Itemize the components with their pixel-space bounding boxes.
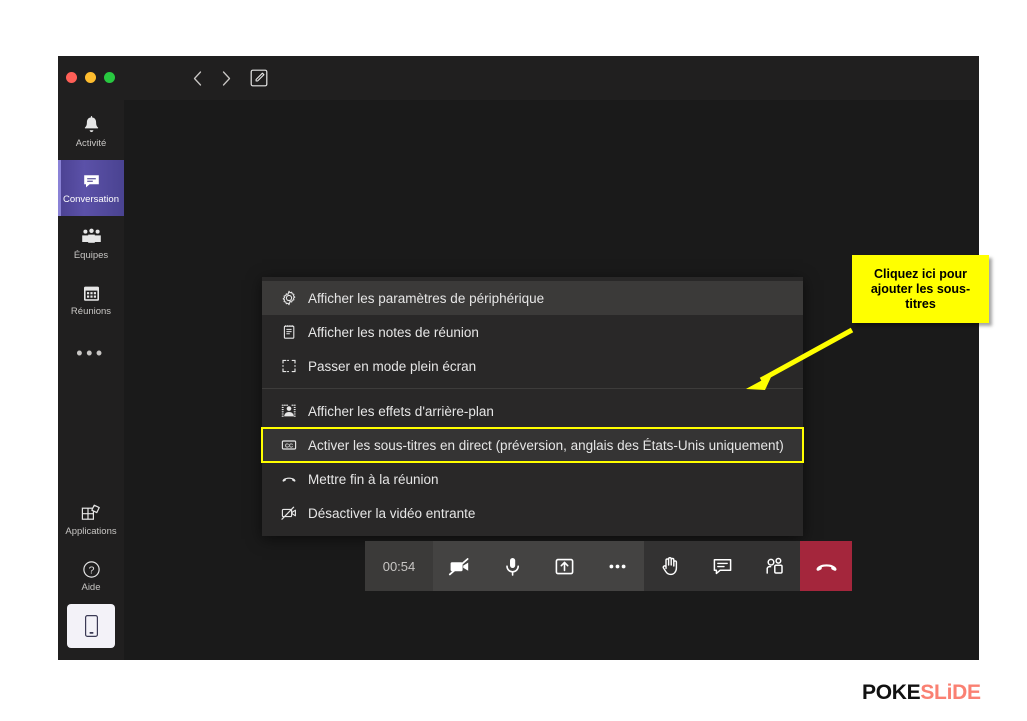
gear-icon [280,290,297,307]
background-effects-icon [280,403,297,420]
video-off-icon [280,505,297,522]
chevron-left-icon [193,70,201,86]
menu-item-fullscreen[interactable]: Passer en mode plein écran [262,349,803,383]
meeting-more-actions-menu: Afficher les paramètres de périphérique … [261,277,804,536]
apps-icon [81,504,100,521]
menu-item-label: Afficher les effets d'arrière-plan [308,403,494,419]
sidebar-item-equipes[interactable]: Équipes [58,216,124,272]
sidebar-item-label: Activité [75,138,107,150]
ellipsis-icon [609,564,626,568]
camera-off-button[interactable] [437,541,481,591]
hangup-icon [815,563,837,571]
close-window-button[interactable] [66,72,77,83]
share-up-icon [555,558,574,574]
back-button[interactable] [186,67,208,89]
hand-icon [662,556,677,575]
sidebar-item-conversation[interactable]: Conversation [58,160,124,216]
chevron-right-icon [222,70,230,86]
menu-separator [262,388,803,389]
participants-button[interactable] [752,541,796,591]
sidebar-item-label: Équipes [73,250,109,262]
calendar-icon [83,286,99,302]
microphone-button[interactable] [490,541,534,591]
menu-item-device-settings[interactable]: Afficher les paramètres de périphérique [262,281,803,315]
minimize-window-button[interactable] [85,72,96,83]
sidebar-item-label: Applications [65,526,117,538]
logo-part-one: POKE [862,681,921,704]
end-call-icon [280,471,297,488]
menu-item-turn-off-incoming-video[interactable]: Désactiver la vidéo entrante [262,496,803,530]
chat-icon [83,175,99,188]
forward-button[interactable] [215,67,237,89]
bell-icon [84,116,98,133]
fullscreen-icon [280,358,297,375]
get-mobile-app-button[interactable] [67,604,115,648]
video-slash-icon [448,557,469,575]
teams-app-window: Rechercher AS Activité [58,56,979,660]
window-title-bar: Rechercher AS [58,56,979,148]
app-rail-sidebar: Activité Conversation Équipes Réunions •… [58,100,124,660]
maximize-window-button[interactable] [104,72,115,83]
raise-hand-button[interactable] [648,541,692,591]
meeting-control-bar: 00:54 [365,541,852,591]
menu-item-label: Activer les sous-titres en direct (préve… [308,437,784,453]
sidebar-item-reunions[interactable]: Réunions [58,272,124,328]
people-icon [765,557,783,574]
svg-text:?: ? [88,565,94,577]
sidebar-item-aide[interactable]: ? Aide [58,548,124,604]
menu-item-background-effects[interactable]: Afficher les effets d'arrière-plan [262,394,803,428]
compose-icon [250,69,268,87]
menu-item-label: Afficher les paramètres de périphérique [308,290,545,306]
sidebar-item-applications[interactable]: Applications [58,492,124,548]
menu-item-meeting-notes[interactable]: Afficher les notes de réunion [262,315,803,349]
help-circle-icon: ? [82,561,100,578]
svg-text:CC: CC [284,444,292,450]
meeting-secondary-controls [644,541,800,591]
menu-item-live-captions[interactable]: CC Activer les sous-titres en direct (pr… [261,427,804,463]
sidebar-item-label: Aide [81,582,101,594]
menu-item-label: Passer en mode plein écran [308,358,477,374]
new-chat-button[interactable] [248,67,270,89]
sidebar-more-apps-button[interactable]: ••• [58,328,124,378]
app-rail-bottom-section: Applications ? Aide [58,492,124,660]
mobile-phone-icon [84,615,98,637]
menu-item-label: Désactiver la vidéo entrante [308,505,476,521]
meeting-primary-controls [433,541,644,591]
callout-box: Cliquez ici pour ajouter les sous-titres [852,255,989,323]
window-traffic-lights [66,72,115,83]
menu-item-label: Mettre fin à la réunion [308,471,439,487]
sidebar-item-label: Réunions [70,306,112,318]
share-screen-button[interactable] [543,541,587,591]
menu-item-end-meeting[interactable]: Mettre fin à la réunion [262,462,803,496]
screenshot-root: Rechercher AS Activité [0,0,1027,721]
more-actions-button[interactable] [596,541,640,591]
closed-captions-icon: CC [280,437,297,454]
callout-text: Cliquez ici pour ajouter les sous-titres [870,266,971,311]
chat-bubble-icon [713,558,731,574]
pokeslide-logo: POKESLiDE [862,681,981,705]
sidebar-item-label: Conversation [63,194,119,206]
hangup-button[interactable] [800,541,852,591]
meeting-timer: 00:54 [365,541,433,591]
teams-people-icon [81,228,101,244]
chat-button[interactable] [700,541,744,591]
sidebar-item-activite[interactable]: Activité [58,104,124,160]
logo-part-two: SLiDE [920,681,981,704]
microphone-icon [505,557,519,576]
menu-item-label: Afficher les notes de réunion [308,324,479,340]
notes-icon [280,324,297,341]
